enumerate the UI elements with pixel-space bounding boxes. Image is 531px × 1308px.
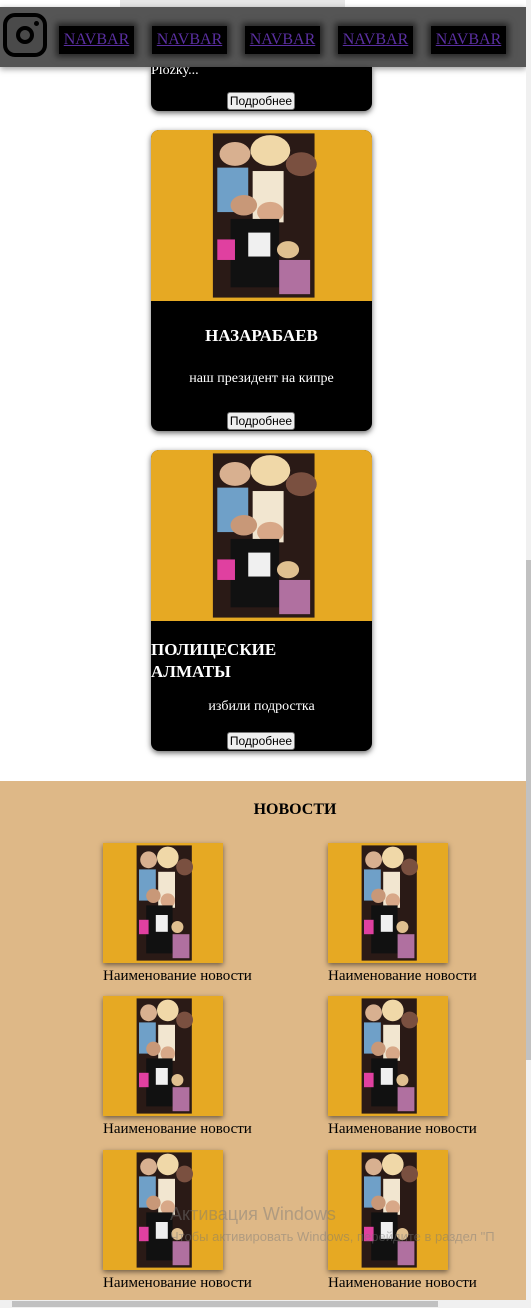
news-thumbnail[interactable] — [103, 843, 223, 963]
card-description: наш президент на кипре — [189, 371, 334, 386]
news-caption[interactable]: Наименование новости — [103, 968, 252, 985]
nav-link[interactable]: NAVBAR — [64, 31, 130, 49]
article-card: Рložку... Подробнее — [151, 67, 372, 111]
nav-item-1[interactable]: NAVBAR — [59, 26, 134, 54]
nav-link[interactable]: NAVBAR — [157, 31, 223, 49]
card-title: НАЗАРАБАЕВ — [205, 326, 318, 345]
news-heading: НОВОСТИ — [253, 801, 337, 818]
nav-link[interactable]: NAVBAR — [343, 31, 409, 49]
card-description: избили подростка — [208, 699, 315, 714]
news-caption[interactable]: Наименование новости — [328, 1275, 477, 1292]
more-button[interactable]: Подробнее — [227, 412, 295, 430]
navbar: NAVBAR NAVBAR NAVBAR NAVBAR NAVBAR — [0, 7, 526, 67]
windows-activation-title: Активация Windows — [170, 1204, 336, 1224]
card-title: ПОЛИЦЕСКИЕ АЛМАТЫ — [151, 640, 277, 681]
card-image — [151, 130, 372, 301]
news-thumbnail[interactable] — [328, 996, 448, 1116]
news-caption[interactable]: Наименование новости — [328, 1121, 477, 1138]
news-caption[interactable]: Наименование новости — [103, 1275, 252, 1292]
nav-link[interactable]: NAVBAR — [250, 31, 316, 49]
news-caption[interactable]: Наименование новости — [103, 1121, 252, 1138]
news-thumbnail[interactable] — [328, 1150, 448, 1270]
horizontal-scrollbar-thumb[interactable] — [12, 1301, 438, 1307]
news-caption[interactable]: Наименование новости — [328, 968, 477, 985]
instagram-icon[interactable] — [3, 13, 47, 57]
news-thumbnail[interactable] — [328, 843, 448, 963]
card-description: Рložку... — [151, 67, 199, 78]
nav-item-2[interactable]: NAVBAR — [152, 26, 227, 54]
vertical-scrollbar-thumb[interactable] — [526, 560, 531, 1060]
nav-link[interactable]: NAVBAR — [436, 31, 502, 49]
more-button[interactable]: Подробнее — [227, 732, 295, 750]
article-card: ПОЛИЦЕСКИЕ АЛМАТЫ избили подростка Подро… — [151, 450, 372, 751]
instagram-lens — [16, 26, 34, 44]
more-button[interactable]: Подробнее — [227, 92, 295, 110]
news-thumbnail[interactable] — [103, 996, 223, 1116]
nav-item-3[interactable]: NAVBAR — [245, 26, 320, 54]
card-image — [151, 450, 372, 621]
article-card: НАЗАРАБАЕВ наш президент на кипре Подроб… — [151, 130, 372, 431]
instagram-dot — [34, 21, 39, 26]
windows-activation-text: Чтобы активировать Windows, перейдите в … — [170, 1229, 495, 1244]
top-scrollbar — [120, 0, 345, 7]
nav-item-5[interactable]: NAVBAR — [431, 26, 506, 54]
nav-item-4[interactable]: NAVBAR — [338, 26, 413, 54]
